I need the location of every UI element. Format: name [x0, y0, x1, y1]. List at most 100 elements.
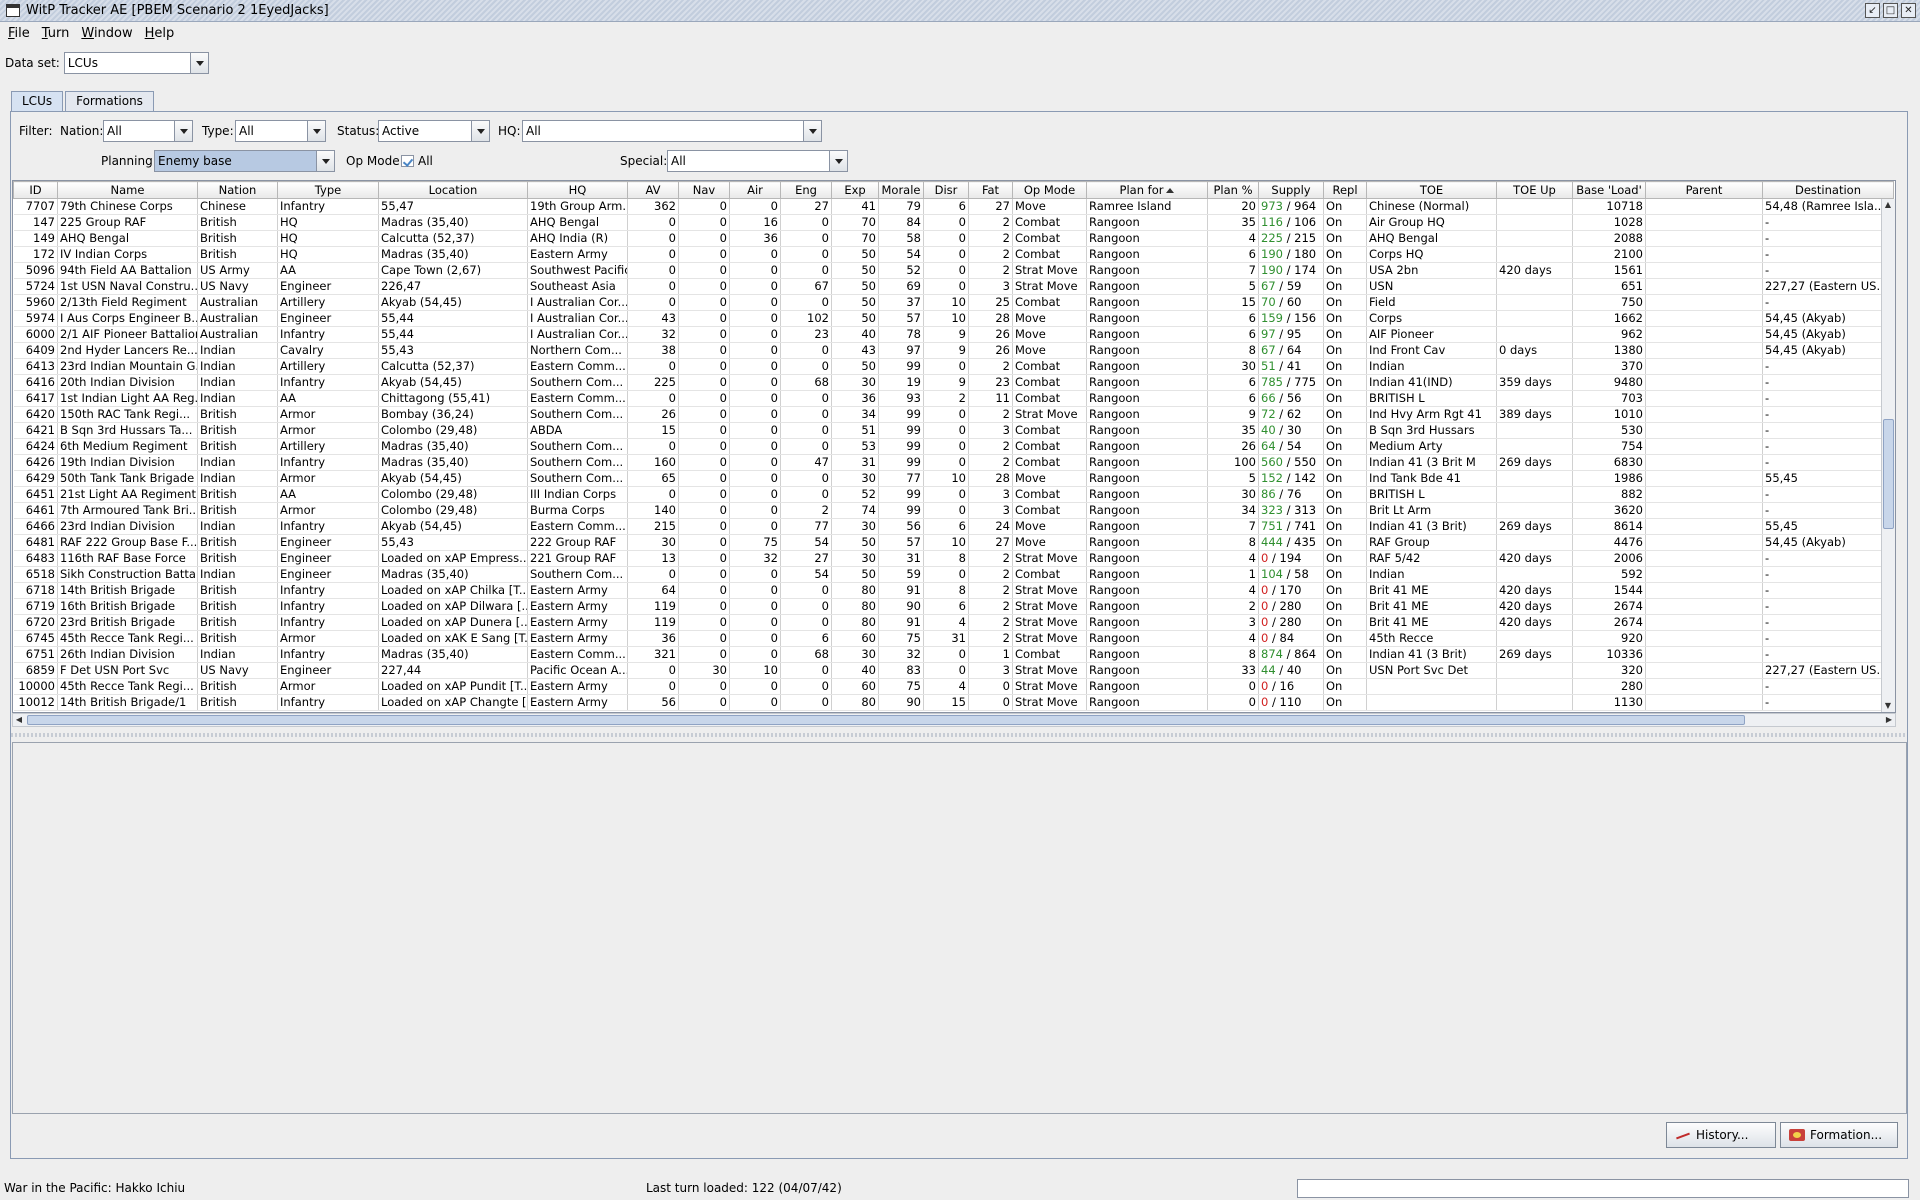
table-row[interactable]: 6426 19th Indian Division Indian Infantry Ma… — [13, 454, 1894, 471]
chevron-down-icon[interactable] — [829, 151, 847, 171]
table-row[interactable]: 149 AHQ Bengal British HQ Calcutta (52,37) AH… — [13, 230, 1894, 247]
table-cell: Madras (35,40) — [378, 214, 528, 231]
table-row[interactable]: 6000 2/1 AIF Pioneer Battalion Australian I… — [13, 326, 1894, 343]
vertical-scroll-thumb[interactable] — [1883, 419, 1894, 529]
column-header[interactable]: Air — [729, 181, 781, 199]
table-row[interactable]: 6416 20th Indian Division Indian Infantry Ak… — [13, 374, 1894, 391]
table-row[interactable]: 10000 45th Recce Tank Regi... British Armor… — [13, 678, 1894, 695]
table-row[interactable]: 6429 50th Tank Tank Brigade Indian Armor Aky… — [13, 470, 1894, 487]
column-header[interactable]: Base 'Load' — [1572, 181, 1646, 199]
table-row[interactable]: 6483 116th RAF Base Force British Engineer L… — [13, 550, 1894, 567]
table-row[interactable]: 6481 RAF 222 Group Base F... British Engine… — [13, 534, 1894, 551]
maximize-icon[interactable]: □ — [1883, 3, 1898, 18]
table-row[interactable]: 7707 79th Chinese Corps Chinese Infantry 55,… — [13, 198, 1894, 215]
table-row[interactable]: 147 225 Group RAF British HQ Madras (35,40) A… — [13, 214, 1894, 231]
table-row[interactable]: 6518 Sikh Construction Batta... Indian Engi… — [13, 566, 1894, 583]
table-row[interactable]: 6751 26th Indian Division Indian Infantry Ma… — [13, 646, 1894, 663]
table-cell: Infantry — [277, 326, 379, 343]
planning-select[interactable]: Enemy base — [154, 150, 335, 172]
scroll-right-icon[interactable]: ▶ — [1883, 714, 1895, 726]
table-cell: 43 — [627, 310, 679, 327]
opmode-filter[interactable]: All — [401, 154, 433, 168]
menu-window[interactable]: Window — [75, 23, 138, 45]
history-button[interactable]: History... — [1666, 1122, 1776, 1148]
special-select[interactable]: All — [667, 150, 848, 172]
chevron-down-icon[interactable] — [307, 121, 325, 141]
table-row[interactable]: 6409 2nd Hyder Lancers Re... Indian Cavalry… — [13, 342, 1894, 359]
table-row[interactable]: 5960 2/13th Field Regiment Australian Artil… — [13, 294, 1894, 311]
iconify-icon[interactable]: ↙ — [1865, 3, 1880, 18]
table-cell: Rangoon — [1086, 438, 1208, 455]
column-header[interactable]: Nation — [197, 181, 278, 199]
table-row[interactable]: 6745 45th Recce Tank Regi... British Armor L… — [13, 630, 1894, 647]
split-pane-divider[interactable] — [11, 733, 1907, 737]
nation-select[interactable]: All — [103, 120, 193, 142]
formation-button[interactable]: Formation... — [1780, 1122, 1898, 1148]
table-row[interactable]: 6421 B Sqn 3rd Hussars Ta... British Armor C… — [13, 422, 1894, 439]
table-row[interactable]: 5096 94th Field AA Battalion US Army AA Cape… — [13, 262, 1894, 279]
table-row[interactable]: 6417 1st Indian Light AA Reg... Indian AA Ch… — [13, 390, 1894, 407]
column-header[interactable]: Parent — [1645, 181, 1763, 199]
table-row[interactable]: 172 IV Indian Corps British HQ Madras (35,40… — [13, 246, 1894, 263]
menu-turn[interactable]: Turn — [36, 23, 76, 45]
table-row[interactable]: 6424 6th Medium Regiment British Artillery M… — [13, 438, 1894, 455]
table-row[interactable]: 5974 I Aus Corps Engineer B... Australian E… — [13, 310, 1894, 327]
chevron-down-icon[interactable] — [803, 121, 821, 141]
column-header[interactable]: TOE Up — [1496, 181, 1573, 199]
checkbox-icon[interactable] — [401, 155, 414, 167]
tab-lcus[interactable]: LCUs — [11, 91, 64, 111]
table-row[interactable]: 6420 150th RAC Tank Regi... British Armor Bo… — [13, 406, 1894, 423]
horizontal-scroll-thumb[interactable] — [27, 715, 1745, 725]
status-select[interactable]: Active — [378, 120, 490, 142]
column-header[interactable]: Eng — [780, 181, 832, 199]
column-header[interactable]: TOE — [1366, 181, 1497, 199]
menu-file[interactable]: File — [2, 23, 36, 45]
chevron-down-icon[interactable] — [471, 121, 489, 141]
horizontal-scrollbar[interactable]: ◀ ▶ — [12, 713, 1896, 727]
table-row[interactable]: 6466 23rd Indian Division Indian Infantry Ak… — [13, 518, 1894, 535]
tab-formations[interactable]: Formations — [65, 91, 154, 111]
chevron-down-icon[interactable] — [189, 53, 208, 73]
column-header[interactable]: Supply — [1258, 181, 1324, 199]
column-header[interactable]: Destination — [1762, 181, 1894, 199]
column-header[interactable]: Nav — [678, 181, 730, 199]
vertical-scrollbar[interactable]: ▲ ▼ — [1881, 199, 1895, 712]
close-icon[interactable]: ✕ — [1901, 3, 1916, 18]
column-header[interactable]: ID — [13, 181, 58, 199]
column-header[interactable]: Disr — [923, 181, 969, 199]
table-cell: Akyab (54,45) — [378, 374, 528, 391]
supply-required: 84 — [1279, 631, 1295, 645]
table-row[interactable]: 6719 16th British Brigade British Infantry L… — [13, 598, 1894, 615]
table-row[interactable]: 6720 23rd British Brigade British Infantry L… — [13, 614, 1894, 631]
type-select[interactable]: All — [235, 120, 326, 142]
table-row[interactable]: 5724 1st USN Naval Constru... US Navy Engin… — [13, 278, 1894, 295]
column-header[interactable]: Exp — [831, 181, 879, 199]
column-header[interactable]: Op Mode — [1012, 181, 1087, 199]
table-cell: Loaded on xAP Chilka [T... — [378, 582, 528, 599]
hq-select[interactable]: All — [522, 120, 822, 142]
column-header[interactable]: Type — [277, 181, 379, 199]
table-row[interactable]: 6451 21st Light AA Regiment British AA Colom… — [13, 486, 1894, 503]
table-row[interactable]: 6859 F Det USN Port Svc US Navy Engineer 227… — [13, 662, 1894, 679]
chevron-down-icon[interactable] — [174, 121, 192, 141]
table-row[interactable]: 6718 14th British Brigade British Infantry L… — [13, 582, 1894, 599]
table-row[interactable]: 6461 7th Armoured Tank Bri... British Armor… — [13, 502, 1894, 519]
title-bar[interactable]: WitP Tracker AE [PBEM Scenario 2 1EyedJa… — [0, 0, 1920, 22]
scroll-up-icon[interactable]: ▲ — [1882, 199, 1894, 211]
column-header[interactable]: AV — [627, 181, 679, 199]
column-header[interactable]: Location — [378, 181, 528, 199]
column-header[interactable]: Name — [57, 181, 198, 199]
column-header[interactable]: Plan % — [1207, 181, 1259, 199]
menu-help[interactable]: Help — [139, 23, 181, 45]
scroll-left-icon[interactable]: ◀ — [13, 714, 25, 726]
dataset-select[interactable]: LCUs — [63, 52, 209, 74]
column-header[interactable]: Fat — [968, 181, 1013, 199]
table-row[interactable]: 10012 14th British Brigade/1 British Infant… — [13, 694, 1894, 711]
chevron-down-icon[interactable] — [316, 151, 334, 171]
column-header[interactable]: Repl — [1323, 181, 1367, 199]
column-header[interactable]: HQ — [527, 181, 628, 199]
scroll-down-icon[interactable]: ▼ — [1882, 700, 1894, 712]
table-row[interactable]: 6413 23rd Indian Mountain G... Indian Artil… — [13, 358, 1894, 375]
column-header[interactable]: Plan for — [1086, 181, 1208, 199]
column-header[interactable]: Morale — [878, 181, 924, 199]
